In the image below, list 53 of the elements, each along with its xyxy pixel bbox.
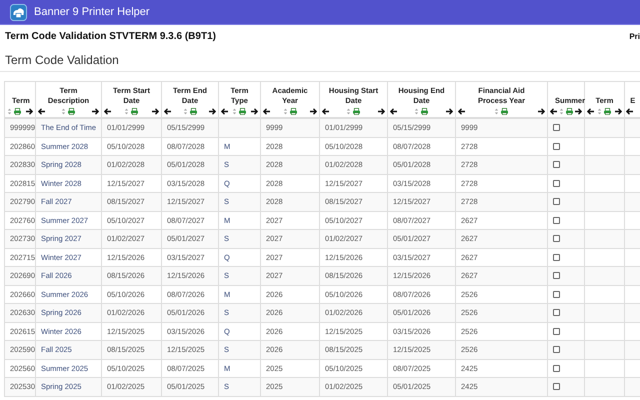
checkbox[interactable] <box>553 180 560 187</box>
printer-icon[interactable] <box>188 108 198 115</box>
right-arrow-icon[interactable] <box>26 108 33 115</box>
left-arrow-icon[interactable] <box>587 108 594 115</box>
right-arrow-icon[interactable] <box>575 108 582 115</box>
left-arrow-icon[interactable] <box>38 108 45 115</box>
app-logo-icon <box>10 4 27 20</box>
printer-icon[interactable] <box>420 108 429 115</box>
right-arrow-icon[interactable] <box>310 108 317 115</box>
right-arrow-icon[interactable] <box>378 108 385 115</box>
checkbox[interactable] <box>553 254 560 261</box>
checkbox[interactable] <box>553 235 560 242</box>
checkbox[interactable] <box>553 198 560 206</box>
left-arrow-icon[interactable] <box>322 108 329 115</box>
printer-icon[interactable] <box>238 108 247 115</box>
left-arrow-icon[interactable] <box>104 108 111 115</box>
printer-icon[interactable] <box>564 108 574 115</box>
right-arrow-icon[interactable] <box>446 108 453 115</box>
left-arrow-icon[interactable] <box>458 108 465 115</box>
header-link[interactable]: Pri <box>629 32 640 41</box>
left-arrow-icon[interactable] <box>550 108 557 115</box>
right-arrow-icon[interactable] <box>152 108 159 115</box>
checkbox[interactable] <box>553 216 560 224</box>
checkbox[interactable] <box>553 272 560 280</box>
left-arrow-icon[interactable] <box>164 108 171 115</box>
printer-icon[interactable] <box>288 108 298 115</box>
printer-icon[interactable] <box>130 108 139 115</box>
checkbox[interactable] <box>553 383 560 390</box>
checkbox[interactable] <box>553 142 560 150</box>
printer-icon[interactable] <box>67 108 76 115</box>
printer-icon[interactable] <box>500 108 509 115</box>
right-arrow-icon[interactable] <box>92 108 99 115</box>
left-arrow-icon[interactable] <box>263 108 270 115</box>
checkbox[interactable] <box>553 290 560 298</box>
checkbox[interactable] <box>553 124 560 132</box>
right-arrow-icon[interactable] <box>538 108 545 115</box>
checkbox[interactable] <box>553 364 560 372</box>
section-title: Term Code Validation <box>0 46 640 72</box>
right-arrow-icon[interactable] <box>209 108 216 115</box>
printer-icon[interactable] <box>13 108 22 115</box>
left-arrow-icon[interactable] <box>390 108 397 115</box>
right-arrow-icon[interactable] <box>251 108 258 115</box>
page-heading: Term Code Validation STVTERM 9.3.6 (B9T1) <box>5 31 216 42</box>
checkbox[interactable] <box>553 328 560 335</box>
left-arrow-icon[interactable] <box>221 108 228 115</box>
checkbox[interactable] <box>553 346 560 354</box>
right-arrow-icon[interactable] <box>615 108 622 115</box>
checkbox[interactable] <box>553 309 560 316</box>
left-arrow-icon[interactable] <box>626 108 633 115</box>
printer-icon[interactable] <box>352 108 361 115</box>
app-title: Banner 9 Printer Helper <box>34 6 150 18</box>
checkbox[interactable] <box>553 161 560 168</box>
printer-icon[interactable] <box>603 108 612 115</box>
